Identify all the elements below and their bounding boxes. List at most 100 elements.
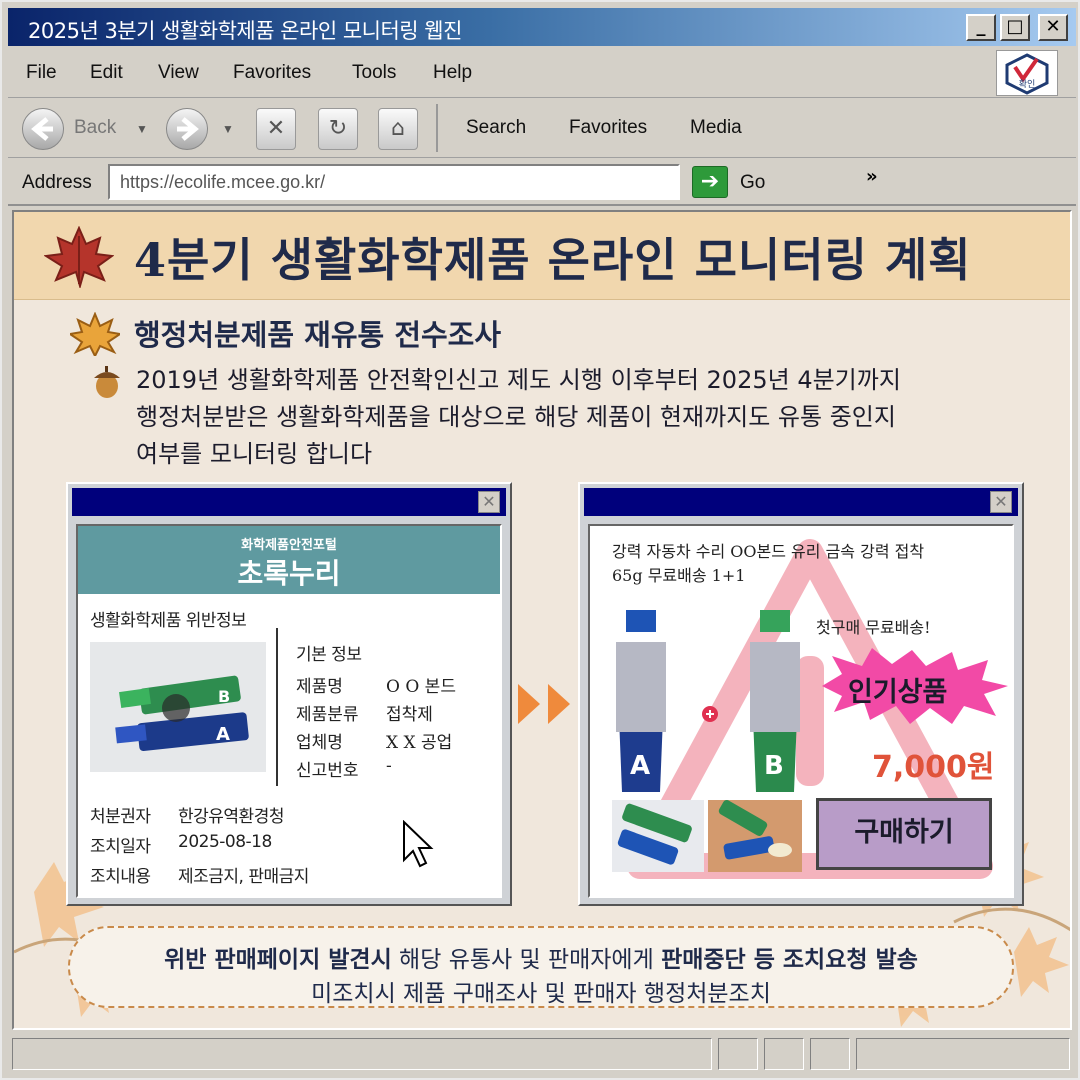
status-bar	[8, 1034, 1076, 1074]
info-divider	[276, 628, 278, 786]
notice-line-2: 미조치시 제품 구매조사 및 판매자 행정처분조치	[311, 981, 771, 1007]
popup-title-bar	[72, 488, 506, 516]
back-dropdown-icon[interactable]: ▼	[136, 122, 148, 136]
thumbnail-2[interactable]	[708, 800, 802, 872]
address-bar: Address https://ecolife.mcee.go.kr/ ➔ Go…	[8, 160, 1076, 206]
popup-body: 화학제품안전포털 초록누리 생활화학제품 위반정보 B A 기본 정보 제품명 …	[76, 524, 502, 898]
shopping-page-popup: ✕ 강력 자동차 수리 OO본드 유리 금속 강력 접착 65g 무료배송 1+…	[578, 482, 1024, 906]
yellow-leaf-icon	[70, 312, 120, 356]
product-title-line-1: 강력 자동차 수리 OO본드 유리 금속 강력 접착	[612, 542, 925, 561]
photo-tube-a-label: A	[216, 724, 230, 745]
tube-a-label: A	[630, 751, 650, 781]
forward-dropdown-icon[interactable]: ▼	[222, 122, 234, 136]
status-zone-panel	[856, 1038, 1070, 1070]
refresh-icon[interactable]: ↻	[318, 108, 358, 150]
address-label: Address	[22, 172, 92, 193]
maximize-button[interactable]: □	[1000, 14, 1030, 41]
popular-badge: 인기상품	[848, 677, 948, 708]
section-title: 행정처분제품 재유통 전수조사	[134, 318, 502, 352]
portal-subtitle: 화학제품안전포털	[241, 538, 337, 553]
toolbar: Back ▼ ▼ ✕ ↻ ⌂ Search Favorites Media	[8, 100, 1076, 158]
portal-title: 초록누리	[237, 557, 341, 590]
violation-info-popup: ✕ 화학제품안전포털 초록누리 생활화학제품 위반정보 B A 기본 정보 제품…	[66, 482, 512, 906]
go-arrow-icon[interactable]: ➔	[692, 166, 728, 198]
brand-logo: 확인	[996, 50, 1058, 96]
menu-bar: File Edit View Favorites Tools Help 확인	[8, 48, 1076, 98]
portal-header: 화학제품안전포털 초록누리	[78, 526, 500, 594]
double-arrow-icon	[518, 684, 570, 724]
notice-bold-1: 위반 판매페이지 발견시	[164, 947, 392, 973]
popup-close-button[interactable]: ✕	[478, 491, 500, 513]
field-label: 제품명	[296, 677, 343, 697]
basic-info-label: 기본 정보	[296, 645, 362, 665]
body-line-3: 여부를 모니터링 합니다	[136, 440, 373, 468]
menu-help[interactable]: Help	[433, 62, 472, 84]
action-value: 2025-08-18	[178, 832, 272, 852]
section-body: 2019년 생활화학제품 안전확인신고 제도 시행 이후부터 2025년 4분기…	[136, 362, 1036, 473]
media-button[interactable]: Media	[690, 117, 742, 139]
field-label: 업체명	[296, 733, 343, 753]
body-line-2: 행정처분받은 생활화학제품을 대상으로 해당 제품이 현재까지도 유통 중인지	[136, 403, 896, 431]
address-input[interactable]: https://ecolife.mcee.go.kr/	[108, 164, 680, 200]
home-icon[interactable]: ⌂	[378, 108, 418, 150]
product-title: 강력 자동차 수리 OO본드 유리 금속 강력 접착 65g 무료배송 1+1	[612, 540, 1002, 588]
window-title: 2025년 3분기 생활화학제품 온라인 모니터링 웹진	[28, 19, 462, 43]
price: 7,000원	[872, 750, 995, 785]
toolbar-divider	[436, 104, 438, 152]
field-value: -	[386, 756, 392, 776]
close-button[interactable]: ✕	[1038, 14, 1068, 41]
title-bar: 2025년 3분기 생활화학제품 온라인 모니터링 웹진 _ □ ✕	[8, 8, 1076, 46]
action-label: 조치내용	[90, 867, 151, 887]
menu-tools[interactable]: Tools	[352, 62, 396, 84]
logo-text: 확인	[1019, 78, 1036, 90]
back-button[interactable]	[22, 108, 64, 150]
search-button[interactable]: Search	[466, 117, 526, 139]
status-panel	[718, 1038, 758, 1070]
field-value: X X 공업	[386, 733, 453, 753]
page-content: 4분기 생활화학제품 온라인 모니터링 계획 행정처분제품 재유통 전수조사 2…	[12, 210, 1072, 1030]
status-text-panel	[12, 1038, 712, 1070]
buy-button[interactable]: 구매하기	[816, 798, 992, 870]
product-title-line-2: 65g 무료배송 1+1	[612, 566, 746, 585]
photo-tube-b-label: B	[218, 687, 230, 706]
action-label: 조치일자	[90, 837, 151, 857]
menu-favorites[interactable]: Favorites	[233, 62, 311, 84]
forward-button[interactable]	[166, 108, 208, 150]
field-value: O O 본드	[386, 677, 456, 697]
notice-box: 위반 판매페이지 발견시 해당 유통사 및 판매자에게 판매중단 등 조치요청 …	[68, 926, 1014, 1008]
browser-window: 2025년 3분기 생활화학제품 온라인 모니터링 웹진 _ □ ✕ File …	[0, 0, 1080, 1080]
mouse-cursor-icon	[403, 820, 434, 868]
maple-leaf-icon	[44, 226, 114, 288]
status-panel	[810, 1038, 850, 1070]
thumbnail-1[interactable]	[612, 800, 704, 872]
back-label[interactable]: Back	[74, 117, 116, 139]
tube-b-label: B	[764, 751, 784, 781]
banner: 4분기 생활화학제품 온라인 모니터링 계획	[14, 212, 1070, 300]
acorn-icon	[94, 366, 120, 398]
notice-line-1: 위반 판매페이지 발견시 해당 유통사 및 판매자에게 판매중단 등 조치요청 …	[70, 940, 1012, 974]
status-panel	[764, 1038, 804, 1070]
popup-body: 강력 자동차 수리 OO본드 유리 금속 강력 접착 65g 무료배송 1+1 …	[588, 524, 1014, 898]
favorites-button[interactable]: Favorites	[569, 117, 647, 139]
minimize-button[interactable]: _	[966, 14, 996, 41]
glue-tubes-image: A B	[616, 610, 800, 792]
menu-view[interactable]: View	[158, 62, 199, 84]
field-label: 제품분류	[296, 705, 359, 725]
menu-file[interactable]: File	[26, 62, 57, 84]
notice-bold-2: 판매중단 등 조치요청 발송	[661, 947, 918, 973]
go-button[interactable]: Go	[740, 172, 765, 194]
menu-edit[interactable]: Edit	[90, 62, 123, 84]
notice-middle: 해당 유통사 및 판매자에게	[391, 947, 662, 973]
product-photo: B A	[90, 642, 266, 772]
action-value: 제조금지, 판매금지	[178, 867, 309, 887]
field-label: 신고번호	[296, 761, 359, 781]
popup-close-button[interactable]: ✕	[990, 491, 1012, 513]
stop-icon[interactable]: ✕	[256, 108, 296, 150]
more-chevron-icon[interactable]: »	[866, 166, 878, 187]
popup-title-bar	[584, 488, 1018, 516]
action-value: 한강유역환경청	[178, 807, 284, 827]
action-label: 처분권자	[90, 807, 151, 827]
field-value: 접착제	[386, 705, 433, 725]
promo-text: 첫구매 무료배송!	[816, 618, 931, 637]
body-line-1: 2019년 생활화학제품 안전확인신고 제도 시행 이후부터 2025년 4분기…	[136, 366, 901, 394]
